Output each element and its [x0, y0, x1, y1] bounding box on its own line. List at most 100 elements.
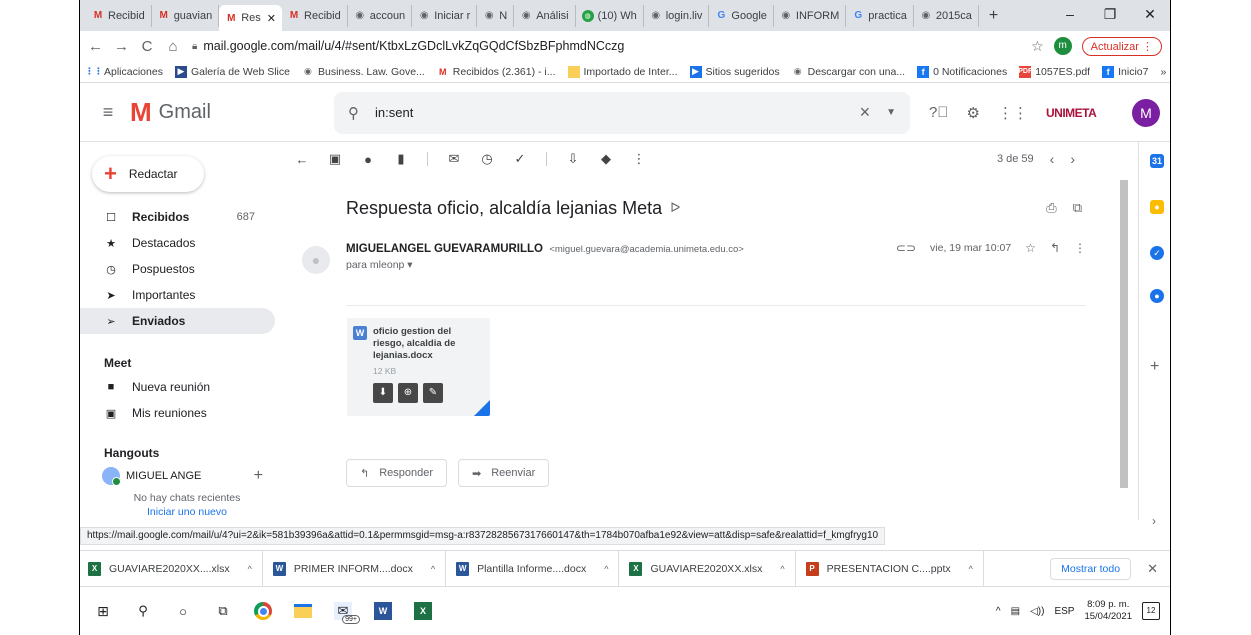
- add-to-tasks-icon[interactable]: ✓: [513, 151, 527, 167]
- browser-tab[interactable]: M Recibid: [86, 4, 152, 27]
- bookmark-item[interactable]: ◉ Descargar con una...: [792, 66, 905, 78]
- chevron-up-icon[interactable]: ^: [248, 564, 252, 574]
- label-icon[interactable]: ◆: [599, 151, 613, 167]
- chevron-up-icon[interactable]: ^: [431, 564, 435, 574]
- back-to-list-icon[interactable]: ←: [295, 152, 309, 167]
- newer-icon[interactable]: ‹: [1050, 151, 1055, 167]
- file-explorer-icon[interactable]: [294, 604, 312, 618]
- network-icon[interactable]: ▤: [1011, 606, 1020, 617]
- older-icon[interactable]: ›: [1070, 151, 1075, 167]
- search-icon[interactable]: ⚲: [348, 104, 359, 122]
- meet-item[interactable]: ■ Nueva reunión: [80, 374, 275, 400]
- restore-button[interactable]: ❐: [1090, 0, 1130, 31]
- minimize-button[interactable]: –: [1050, 0, 1090, 31]
- back-icon[interactable]: ←: [88, 38, 103, 55]
- bookmark-item[interactable]: ◉ Business. Law. Gove...: [302, 66, 425, 78]
- mail-app-icon[interactable]: ✉ 99+: [334, 602, 360, 624]
- nav-item-importantes[interactable]: ➤ Importantes: [80, 282, 275, 308]
- settings-gear-icon[interactable]: ⚙: [967, 104, 980, 122]
- search-options-icon[interactable]: ▼: [886, 107, 896, 118]
- bookmark-item[interactable]: PDF 1057ES.pdf: [1018, 65, 1090, 78]
- archive-icon[interactable]: ▣: [328, 151, 342, 167]
- browser-tab[interactable]: M Res ✕: [219, 5, 283, 31]
- browser-tab[interactable]: ◍ (10) Wh: [576, 4, 644, 27]
- save-to-drive-icon[interactable]: ⊕: [398, 383, 418, 403]
- browser-tab[interactable]: ◉ Análisi: [514, 4, 576, 27]
- chrome-icon[interactable]: [254, 602, 272, 620]
- browser-tab[interactable]: ◉ Iniciar r: [412, 4, 478, 27]
- apps-grid-icon[interactable]: ⋮⋮: [998, 104, 1028, 122]
- help-icon[interactable]: ?⃝: [929, 104, 949, 121]
- mark-unread-icon[interactable]: ✉: [447, 151, 461, 167]
- delete-icon[interactable]: ▮: [394, 151, 408, 167]
- browser-tab[interactable]: ◉ login.liv: [644, 4, 710, 27]
- bookmark-item[interactable]: ▶ Galería de Web Slice: [174, 65, 290, 78]
- browser-tab[interactable]: ◉ INFORM: [774, 4, 847, 27]
- clock[interactable]: 8:09 p. m. 15/04/2021: [1084, 599, 1132, 623]
- expand-panel-icon[interactable]: ›: [1152, 514, 1156, 528]
- volume-icon[interactable]: ◁)): [1030, 606, 1044, 617]
- attachment-card[interactable]: W oficio gestion del riesgo, alcaldia de…: [347, 318, 490, 416]
- keep-icon[interactable]: ●: [1150, 200, 1164, 214]
- open-new-window-icon[interactable]: ⧉: [1073, 200, 1082, 216]
- chevron-up-icon[interactable]: ^: [780, 564, 784, 574]
- add-person-icon[interactable]: +: [254, 467, 275, 485]
- search-input[interactable]: [375, 105, 844, 120]
- cortana-icon[interactable]: ○: [174, 602, 192, 620]
- profile-avatar[interactable]: m: [1053, 37, 1072, 55]
- search-icon[interactable]: ⚲: [134, 602, 152, 620]
- meet-item[interactable]: ▣ Mis reuniones: [80, 400, 275, 426]
- bookmark-item[interactable]: ⋮⋮ Aplicaciones: [85, 66, 163, 78]
- main-menu-icon[interactable]: ≡: [86, 102, 130, 123]
- bookmark-item[interactable]: ▶ Sitios sugeridos: [689, 65, 780, 78]
- hangouts-user[interactable]: MIGUEL ANGE +: [80, 464, 275, 488]
- important-marker-icon[interactable]: ᐅ: [670, 200, 680, 216]
- nav-item-recibidos[interactable]: ☐ Recibidos 687: [80, 204, 275, 230]
- new-tab-button[interactable]: +: [979, 7, 1008, 25]
- print-icon[interactable]: ⎙: [1046, 200, 1056, 216]
- edit-icon[interactable]: ✎: [423, 383, 443, 403]
- browser-tab[interactable]: M Recibid: [282, 4, 348, 27]
- download-item[interactable]: W PRIMER INFORM....docx ^: [272, 550, 447, 587]
- show-all-downloads-button[interactable]: Mostrar todo: [1050, 557, 1132, 580]
- more-options-icon[interactable]: ⋮: [632, 151, 646, 167]
- forward-button[interactable]: ➡ Reenviar: [458, 459, 550, 487]
- reload-icon[interactable]: C: [140, 38, 154, 55]
- tray-chevron-icon[interactable]: ^: [996, 606, 1001, 617]
- clear-search-icon[interactable]: ×: [860, 102, 871, 123]
- bookmark-item[interactable]: M Recibidos (2.361) - i...: [437, 66, 555, 78]
- download-item[interactable]: X GUAVIARE2020XX....xlsx ^: [88, 550, 263, 587]
- compose-button[interactable]: + Redactar: [92, 156, 204, 192]
- close-tab-icon[interactable]: ✕: [267, 12, 276, 25]
- bookmark-star-icon[interactable]: ☆: [1031, 38, 1044, 55]
- word-app-icon[interactable]: W: [374, 602, 392, 620]
- language-indicator[interactable]: ESP: [1054, 606, 1074, 617]
- calendar-icon[interactable]: 31: [1150, 154, 1164, 168]
- snooze-icon[interactable]: ◷: [480, 151, 494, 167]
- browser-tab[interactable]: ◉ 2015ca: [914, 4, 979, 27]
- message-more-icon[interactable]: ⋮: [1074, 241, 1086, 255]
- star-icon[interactable]: ☆: [1025, 241, 1036, 255]
- download-item[interactable]: P PRESENTACION C....pptx ^: [805, 550, 984, 587]
- task-view-icon[interactable]: ⧉: [214, 602, 232, 620]
- home-icon[interactable]: ⌂: [166, 38, 180, 55]
- browser-tab[interactable]: Gpractica: [846, 4, 914, 27]
- download-icon[interactable]: ⬇: [373, 383, 393, 403]
- reply-icon[interactable]: ↰: [1050, 241, 1060, 255]
- recipient-line[interactable]: para mleonp ▾: [346, 259, 744, 271]
- excel-app-icon[interactable]: X: [414, 602, 432, 620]
- tasks-icon[interactable]: ✓: [1150, 246, 1164, 260]
- browser-tab[interactable]: Mguavian: [152, 4, 220, 27]
- move-to-icon[interactable]: ⇩: [566, 151, 580, 167]
- start-new-chat-link[interactable]: Iniciar uno nuevo: [102, 506, 272, 518]
- report-spam-icon[interactable]: ●: [361, 152, 375, 167]
- reply-button[interactable]: ↰ Responder: [346, 459, 448, 487]
- browser-tab[interactable]: ◉ accoun: [348, 4, 413, 27]
- account-avatar[interactable]: M: [1132, 98, 1160, 127]
- recipient-details-chevron-icon[interactable]: ▾: [407, 259, 412, 271]
- gmail-logo[interactable]: M Gmail: [130, 97, 290, 128]
- nav-item-destacados[interactable]: ★ Destacados: [80, 230, 275, 256]
- get-addons-icon[interactable]: +: [1150, 358, 1159, 376]
- bookmark-item[interactable]: f Inicio7: [1102, 65, 1148, 78]
- close-window-button[interactable]: ✕: [1130, 0, 1170, 31]
